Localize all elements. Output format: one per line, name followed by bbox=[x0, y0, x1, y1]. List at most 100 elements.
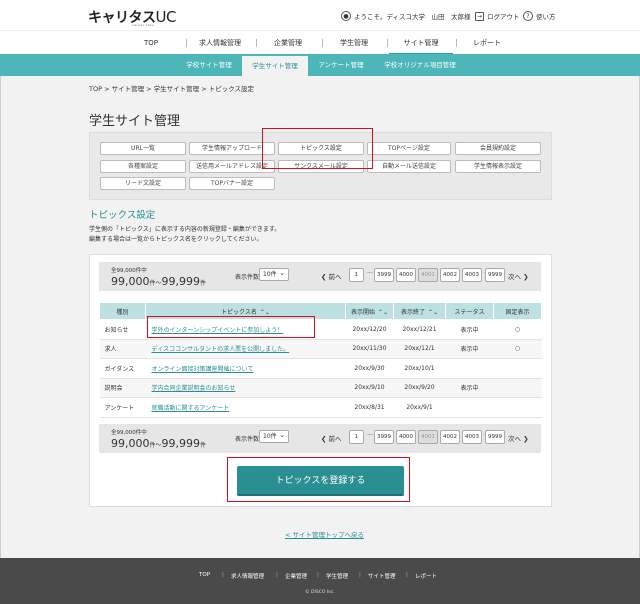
nav-site[interactable]: サイト管理 bbox=[389, 31, 453, 55]
header-label: 表示開始 bbox=[350, 308, 375, 316]
row-start: 20xx/12/20 bbox=[345, 319, 394, 340]
logout-link[interactable]: → ログアウト bbox=[475, 11, 520, 21]
row-status bbox=[445, 358, 494, 379]
menu-top-page[interactable]: TOPページ設定 bbox=[367, 142, 451, 155]
menu-member-terms[interactable]: 会員規約設定 bbox=[455, 142, 541, 155]
help-link[interactable]: ? 使い方 bbox=[523, 11, 556, 21]
footer-link-student[interactable]: 学生管理 bbox=[326, 572, 348, 580]
nav-student[interactable]: 学生管理 bbox=[324, 31, 384, 55]
sort-icon[interactable]: ⌃⌄ bbox=[428, 309, 438, 316]
sort-icon[interactable]: ⌃⌄ bbox=[378, 309, 388, 316]
help-label: 使い方 bbox=[536, 13, 556, 21]
total-count-label: 全99,000件中 bbox=[111, 430, 147, 436]
footer-link-site[interactable]: サイト管理 bbox=[368, 572, 396, 580]
page-button[interactable]: 4003 bbox=[462, 430, 482, 444]
page-button[interactable]: 3999 bbox=[374, 268, 394, 282]
page-current: 4001 bbox=[418, 268, 438, 282]
prev-button[interactable]: ❮ 前へ bbox=[321, 433, 342, 443]
header-label: トピックス名 bbox=[221, 308, 257, 316]
copyright: © DISCO Inc. bbox=[305, 590, 335, 595]
table-row: 説明会 学内合同企業説明会のお知らせ 20xx/9/10 20xx/9/20 表… bbox=[99, 377, 542, 398]
table-row: 求人 ディスココンサルタントの求人票を公開しました。 20xx/11/30 20… bbox=[99, 338, 542, 359]
perpage-select[interactable]: 10件 bbox=[259, 430, 289, 443]
highlight-frame bbox=[262, 128, 373, 169]
user-icon: ● bbox=[341, 11, 351, 21]
footer-link-company[interactable]: 企業管理 bbox=[285, 572, 307, 580]
breadcrumb: TOP > サイト管理 > 学生サイト管理 > トピックス設定 bbox=[89, 85, 255, 93]
column-header[interactable]: 表示開始 ⌃⌄ bbox=[345, 302, 394, 320]
total-count-label: 全99,000件中 bbox=[111, 268, 147, 274]
prev-button[interactable]: ❮ 前へ bbox=[321, 271, 342, 281]
page-button[interactable]: 4000 bbox=[396, 430, 416, 444]
header-label: 表示終了 bbox=[400, 308, 425, 316]
page-button[interactable]: 3999 bbox=[374, 430, 394, 444]
page-button[interactable]: 4003 bbox=[462, 268, 482, 282]
header-label: ステータス bbox=[454, 308, 485, 316]
subnav-student-site[interactable]: 学生サイト管理 bbox=[242, 56, 308, 76]
row-fixed: ○ bbox=[493, 338, 542, 359]
range-count: 99,000件～99,999件 bbox=[111, 437, 206, 450]
nav-job-info[interactable]: 求人情報管理 bbox=[188, 31, 252, 55]
range-count: 99,000件～99,999件 bbox=[111, 275, 206, 288]
user-text: ようこそ。ディスコ大学 山田 太郎様 bbox=[354, 13, 471, 21]
next-label: 次へ bbox=[508, 435, 521, 443]
nav-divider bbox=[387, 39, 388, 47]
topic-link[interactable]: オンライン面接対策講座開催について bbox=[152, 366, 254, 373]
header-label: 固定表示 bbox=[505, 308, 530, 316]
row-start: 20xx/9/30 bbox=[345, 358, 394, 379]
table-row: ガイダンス オンライン面接対策講座開催について 20xx/9/30 20xx/1… bbox=[99, 358, 542, 379]
page-button[interactable]: 9999 bbox=[485, 268, 505, 282]
nav-divider bbox=[256, 39, 257, 47]
chevron-right-icon: ❯ bbox=[521, 435, 529, 443]
footer-divider: | bbox=[222, 572, 224, 578]
row-end: 20xx/12/1 bbox=[393, 338, 446, 359]
subnav-original-items[interactable]: 学校オリジナル項目管理 bbox=[374, 54, 466, 76]
column-header[interactable]: 表示終了 ⌃⌄ bbox=[393, 302, 446, 320]
next-button[interactable]: 次へ ❯ bbox=[508, 271, 529, 281]
subnav-school-site[interactable]: 学校サイト管理 bbox=[176, 54, 242, 76]
perpage-label: 表示件数 bbox=[235, 274, 260, 281]
menu-auto-mail[interactable]: 自動メール送信設定 bbox=[367, 160, 451, 173]
menu-student-display[interactable]: 学生情報表示設定 bbox=[455, 160, 541, 173]
row-end: 20xx/9/20 bbox=[393, 377, 446, 398]
pager-top: 全99,000件中 99,000件～99,999件 表示件数 10件 ❮ 前へ … bbox=[99, 262, 541, 291]
nav-top[interactable]: TOP bbox=[128, 31, 174, 55]
nav-company[interactable]: 企業管理 bbox=[258, 31, 318, 55]
page-button[interactable]: 1 bbox=[349, 268, 364, 282]
row-status bbox=[445, 397, 494, 418]
footer-link-job-info[interactable]: 求人情報管理 bbox=[231, 572, 264, 580]
page-button[interactable]: 1 bbox=[349, 430, 364, 444]
perpage-label: 表示件数 bbox=[235, 436, 260, 443]
row-end: 20xx/12/21 bbox=[393, 319, 446, 340]
topic-link[interactable]: 学内合同企業説明会のお知らせ bbox=[152, 385, 236, 392]
page-button[interactable]: 4002 bbox=[440, 268, 460, 282]
site-header: キャリタスUC career tasu ● ようこそ。ディスコ大学 山田 太郎様… bbox=[0, 0, 640, 30]
topic-link[interactable]: 就職活動に関するアンケート bbox=[152, 405, 230, 412]
subnav-survey[interactable]: アンケート管理 bbox=[308, 54, 374, 76]
row-end: 20xx/10/1 bbox=[393, 358, 446, 379]
page-button[interactable]: 4002 bbox=[440, 430, 460, 444]
menu-lead-text[interactable]: リード文設定 bbox=[100, 177, 186, 190]
page-button[interactable]: 9999 bbox=[485, 430, 505, 444]
footer-link-report[interactable]: レポート bbox=[415, 572, 437, 580]
perpage-select[interactable]: 10件 bbox=[259, 268, 289, 281]
row-status: 表示中 bbox=[445, 338, 494, 359]
back-to-site-top-link[interactable]: < サイト管理トップへ戻る bbox=[285, 529, 364, 539]
range-unit: 件 bbox=[200, 280, 207, 287]
topic-link[interactable]: ディスココンサルタントの求人票を公開しました。 bbox=[152, 346, 290, 353]
menu-top-banner[interactable]: TOPバナー設定 bbox=[189, 177, 275, 190]
page-button[interactable]: 4000 bbox=[396, 268, 416, 282]
prev-label: 前へ bbox=[328, 273, 342, 281]
footer-divider: | bbox=[276, 572, 278, 578]
nav-report[interactable]: レポート bbox=[458, 31, 516, 55]
table-row: アンケート 就職活動に関するアンケート 20xx/8/31 20xx/9/1 bbox=[99, 397, 542, 418]
menu-various[interactable]: 各種案設定 bbox=[100, 160, 186, 173]
header-label: 種別 bbox=[116, 308, 129, 316]
logout-label: ログアウト bbox=[487, 13, 520, 21]
next-button[interactable]: 次へ ❯ bbox=[508, 433, 529, 443]
menu-url-list[interactable]: URL一覧 bbox=[100, 142, 186, 155]
footer-divider: | bbox=[317, 572, 319, 578]
row-start: 20xx/9/10 bbox=[345, 377, 394, 398]
sort-icon[interactable]: ⌃⌄ bbox=[260, 309, 270, 316]
footer-link-top[interactable]: TOP bbox=[199, 572, 210, 578]
